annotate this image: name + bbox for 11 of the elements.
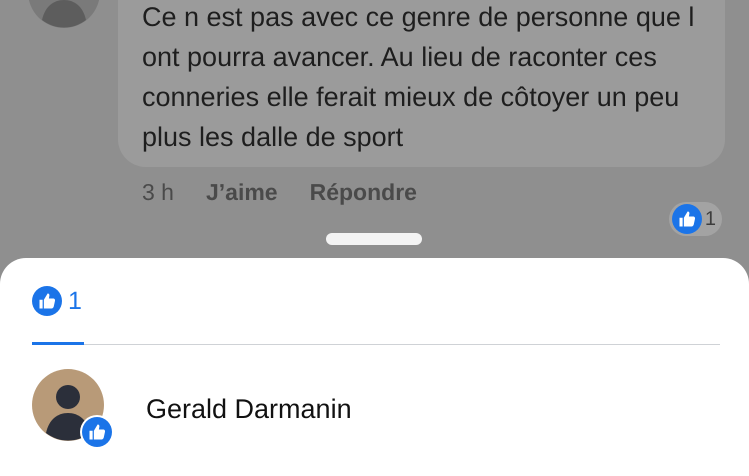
comment-text: Ce n est pas avec ce genre de personne que l ont pourra avancer. Au lieu de raconter ces conneries elle ferait mieux de côtoyer un peu plus les dalle de sport	[118, 0, 725, 167]
person-name[interactable]: Gerald Darmanin	[146, 394, 352, 424]
like-icon	[672, 204, 702, 234]
comment-time: 3 h	[142, 179, 174, 206]
reaction-count-badge[interactable]: 1	[668, 202, 722, 236]
comment-action-link[interactable]: Répondre	[310, 179, 417, 206]
reaction-tab[interactable]: 1	[32, 284, 84, 345]
comment-action-link[interactable]: J’aime	[206, 179, 278, 206]
like-icon	[82, 417, 112, 447]
like-icon	[32, 286, 62, 316]
sheet-handle[interactable]	[326, 233, 422, 245]
